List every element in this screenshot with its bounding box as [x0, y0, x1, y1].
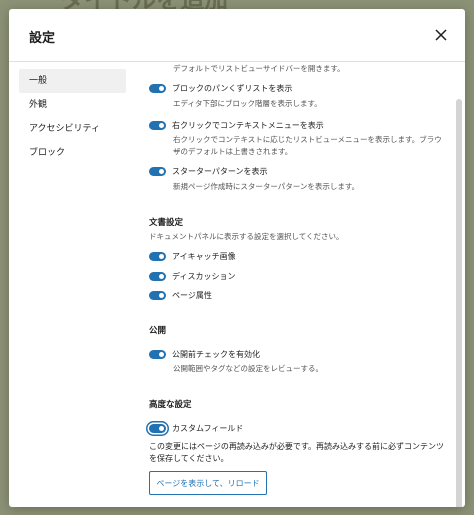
close-button[interactable] [431, 25, 451, 45]
option-desc: 新規ページ作成時にスターターパターンを表示します。 [173, 182, 360, 191]
option-label: スターターパターンを表示 [172, 167, 268, 176]
modal-title: 設定 [29, 31, 56, 46]
option-label: アイキャッチ画像 [172, 252, 236, 261]
section-title-publish: 公開 [149, 326, 167, 336]
section-title-advanced: 高度な設定 [149, 400, 192, 410]
option-starter-patterns: スターターパターンを表示 [149, 166, 268, 177]
close-icon [435, 29, 447, 41]
custom-fields-toggle[interactable] [149, 424, 166, 433]
prepublish-checks-toggle[interactable] [149, 350, 166, 359]
option-custom-fields: カスタムフィールド [149, 423, 243, 434]
list-view-desc: デフォルトでリストビューサイドバーを開きます。 [173, 64, 345, 73]
page-attributes-toggle[interactable] [149, 291, 166, 300]
option-label: ブロックのパンくずリストを表示 [172, 84, 293, 93]
scrollbar[interactable] [456, 99, 462, 507]
starter-patterns-toggle[interactable] [149, 167, 166, 176]
modal-header: 設定 [9, 9, 465, 62]
reload-notice-cont: を保存してください。 [149, 454, 229, 463]
preferences-modal: 設定 一般 外観 アクセシビリティ ブロック デフォルトでリストビューサイドバー… [9, 9, 465, 507]
option-context-menu: 右クリックでコンテキストメニューを表示 [149, 120, 324, 131]
reload-notice: この変更にはページの再読み込みが必要です。再読み込みする前に必ずコンテンツ [149, 442, 445, 451]
option-label: ページ属性 [172, 291, 212, 300]
option-featured-image: アイキャッチ画像 [149, 251, 236, 262]
option-discussion: ディスカッション [149, 271, 235, 282]
preferences-content: デフォルトでリストビューサイドバーを開きます。 ブロックのパンくずリストを表示 … [139, 61, 449, 507]
section-title-document: 文書設定 [149, 218, 184, 228]
sidebar-item-accessibility[interactable]: アクセシビリティ [19, 117, 126, 141]
option-desc: 公開範囲やタグなどの設定をレビューする。 [173, 364, 323, 373]
option-page-attributes: ページ属性 [149, 290, 212, 301]
show-and-reload-button[interactable]: ページを表示して、リロード [149, 471, 267, 495]
featured-image-toggle[interactable] [149, 252, 166, 261]
preferences-sidebar: 一般 外観 アクセシビリティ ブロック [19, 69, 126, 165]
section-desc-document: ドキュメントパネルに表示する設定を選択してください。 [149, 232, 344, 241]
breadcrumbs-toggle[interactable] [149, 84, 166, 93]
discussion-toggle[interactable] [149, 272, 166, 281]
option-label: カスタムフィールド [172, 424, 244, 433]
sidebar-item-appearance[interactable]: 外観 [19, 93, 126, 117]
option-breadcrumbs: ブロックのパンくずリストを表示 [149, 83, 292, 94]
sidebar-item-blocks[interactable]: ブロック [19, 141, 126, 165]
option-label: 右クリックでコンテキストメニューを表示 [172, 121, 324, 130]
option-desc-cont: ーのデフォルトは上書きされます。 [173, 147, 293, 156]
option-label: ディスカッション [172, 272, 236, 281]
context-menu-toggle[interactable] [149, 121, 166, 130]
option-prepublish-checks: 公開前チェックを有効化 [149, 349, 260, 360]
option-label: 公開前チェックを有効化 [172, 350, 260, 359]
option-desc: エディタ下部にブロック階層を表示します。 [173, 99, 322, 108]
sidebar-item-general[interactable]: 一般 [19, 69, 126, 93]
